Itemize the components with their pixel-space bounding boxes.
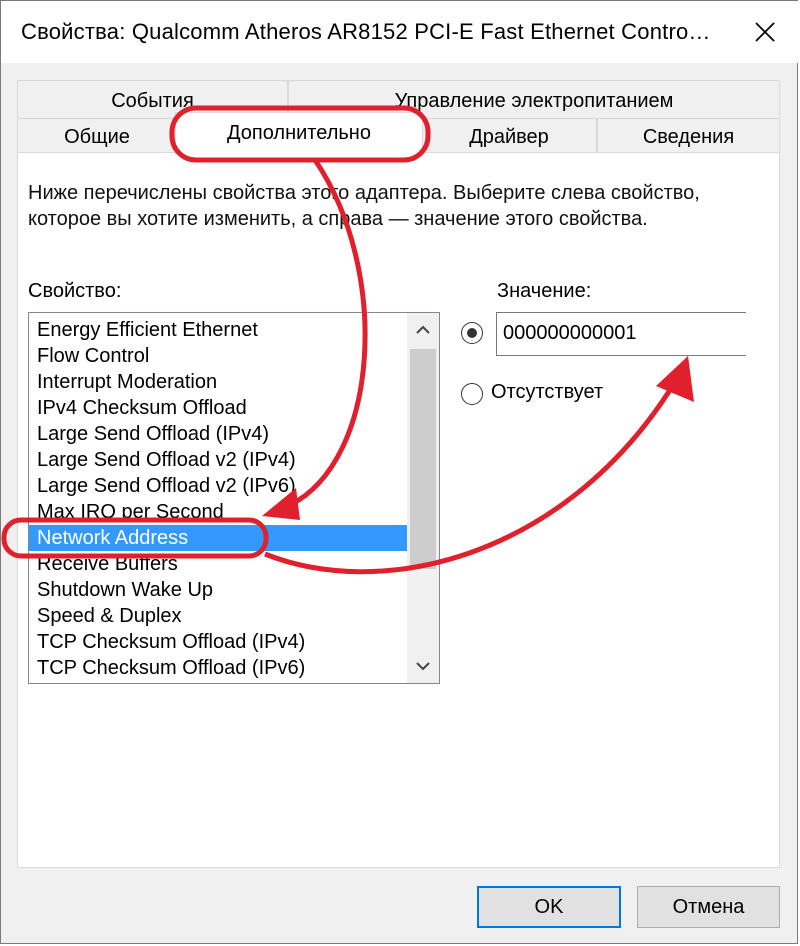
property-list-item[interactable]: Max IRQ per Second [29, 499, 407, 525]
property-list-item[interactable]: Large Send Offload v2 (IPv6) [29, 473, 407, 499]
property-label: Свойство: [28, 280, 122, 302]
property-list-item[interactable]: Flow Control [29, 343, 407, 369]
property-list-item[interactable]: Energy Efficient Ethernet [29, 317, 407, 343]
property-list-item[interactable]: IPv4 Checksum Offload [29, 395, 407, 421]
value-label: Значение: [497, 280, 592, 302]
advanced-description: Ниже перечислены свойства этого адаптера… [28, 182, 700, 230]
cancel-button[interactable]: Отмена [637, 886, 780, 928]
tab-label: Драйвер [469, 126, 549, 148]
listbox-scrollbar[interactable] [407, 313, 439, 683]
property-list-item[interactable]: Speed & Duplex [29, 603, 407, 629]
close-button[interactable] [731, 1, 799, 63]
tab-details[interactable]: Сведения [597, 118, 780, 152]
property-list-item[interactable]: Shutdown Wake Up [29, 577, 407, 603]
property-list-item[interactable]: Network Address [29, 525, 407, 551]
value-radio[interactable] [461, 322, 483, 344]
ok-button[interactable]: OK [477, 886, 621, 928]
window-title: Свойства: Qualcomm Atheros AR8152 PCI-E … [21, 19, 711, 44]
title-bar: Свойства: Qualcomm Atheros AR8152 PCI-E … [1, 1, 799, 63]
property-listbox[interactable]: Energy Efficient Ethernet Flow Control Int… [28, 312, 440, 684]
absent-radio-label[interactable]: Отсутствует [491, 381, 603, 404]
chevron-up-icon [416, 325, 430, 334]
scroll-thumb[interactable] [410, 349, 436, 569]
property-items: Energy Efficient Ethernet Flow Control Int… [29, 317, 407, 681]
tab-label: Общие [64, 126, 130, 148]
property-list-item[interactable]: TCP Checksum Offload (IPv4) [29, 629, 407, 655]
absent-radio[interactable] [461, 383, 483, 405]
property-list-item[interactable]: Receive Buffers [29, 551, 407, 577]
property-list-item[interactable]: Interrupt Moderation [29, 369, 407, 395]
property-list-item[interactable]: TCP Checksum Offload (IPv6) [29, 655, 407, 681]
tab-advanced[interactable]: Дополнительно [175, 112, 423, 154]
tab-general[interactable]: Общие [17, 118, 177, 152]
tab-driver[interactable]: Драйвер [421, 118, 597, 152]
tab-label: Дополнительно [227, 122, 371, 144]
scroll-up-button[interactable] [407, 313, 439, 347]
tab-label: Сведения [642, 126, 735, 148]
chevron-down-icon [416, 662, 430, 671]
scroll-down-button[interactable] [407, 649, 439, 683]
close-icon [755, 22, 775, 42]
value-input[interactable]: 000000000001 [496, 312, 746, 356]
property-list-item[interactable]: Large Send Offload (IPv4) [29, 421, 407, 447]
property-list-item[interactable]: Large Send Offload v2 (IPv4) [29, 447, 407, 473]
radio-dot [467, 328, 477, 338]
